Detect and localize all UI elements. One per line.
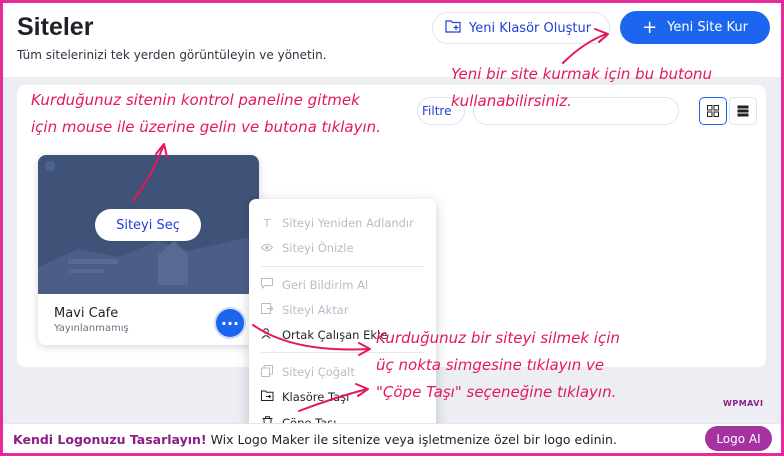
menu-item-label: Klasöre Taşı (282, 390, 350, 404)
grid-view-icon (707, 102, 719, 121)
control-panel-annotation-line2: için mouse ile üzerine gelin ve butona t… (31, 118, 381, 136)
logo-promo-text: Kendi Logonuzu Tasarlayın! Wix Logo Make… (13, 432, 617, 447)
watermark-logo: WPMAVI (723, 399, 763, 408)
three-dots-icon: ··· (220, 313, 240, 333)
list-view-icon (737, 102, 749, 121)
menu-divider (261, 352, 424, 353)
eye-icon (260, 242, 274, 255)
site-name: Mavi Cafe (54, 306, 119, 321)
move-folder-icon (261, 390, 274, 404)
new-folder-label: Yeni Klasör Oluştur (469, 20, 592, 36)
comment-icon (261, 278, 273, 292)
new-site-annotation: Yeni bir site kurmak için bu butonu (451, 65, 713, 83)
promo-description: Wix Logo Maker ile sitenize veya işletme… (210, 432, 617, 447)
plus-icon: + (642, 16, 658, 38)
menu-item-label: Siteyi Yeniden Adlandır (282, 216, 414, 230)
folder-plus-icon (445, 19, 461, 37)
transfer-icon (261, 303, 274, 317)
promo-title: Kendi Logonuzu Tasarlayın! (13, 432, 207, 447)
site-thumbnail: Siteyi Seç (38, 155, 259, 294)
logo-promo-bar: Kendi Logonuzu Tasarlayın! Wix Logo Make… (3, 423, 781, 453)
new-site-label: Yeni Site Kur (667, 20, 748, 35)
control-panel-annotation: Kurduğunuz sitenin kontrol paneline gitm… (31, 91, 360, 109)
menu-item-duplicate[interactable]: Siteyi Çoğalt (261, 362, 355, 382)
menu-item-label: Siteyi Aktar (282, 303, 349, 317)
menu-item-preview[interactable]: Siteyi Önizle (260, 238, 354, 258)
app-window: Siteler Tüm sitelerinizi tek yerden görü… (3, 3, 781, 453)
menu-item-feedback[interactable]: Geri Bildirim Al (261, 275, 368, 295)
menu-item-rename[interactable]: T Siteyi Yeniden Adlandır (261, 213, 414, 233)
text-icon: T (263, 216, 271, 230)
list-view-button[interactable] (729, 97, 757, 125)
page-subtitle: Tüm sitelerinizi tek yerden görüntüleyin… (17, 48, 327, 62)
menu-item-move-to-folder[interactable]: Klasöre Taşı (261, 387, 349, 407)
menu-item-label: Ortak Çalışan Ekle (282, 328, 388, 342)
delete-annotation: Kurduğunuz bir siteyi silmek için (376, 329, 620, 347)
menu-item-transfer[interactable]: Siteyi Aktar (261, 300, 349, 320)
select-site-button[interactable]: Siteyi Seç (95, 209, 201, 241)
user-add-icon (261, 328, 273, 342)
menu-item-label: Geri Bildirim Al (282, 278, 369, 292)
menu-item-add-collaborator[interactable]: Ortak Çalışan Ekle (261, 325, 387, 345)
menu-item-label: Siteyi Önizle (282, 241, 354, 255)
duplicate-icon (261, 364, 273, 380)
delete-annotation-line3: "Çöpe Taşı" seçeneğine tıklayın. (376, 383, 617, 401)
menu-item-label: Siteyi Çoğalt (282, 365, 355, 379)
page-title: Siteler (17, 13, 94, 41)
site-more-actions-button[interactable]: ··· (216, 309, 244, 337)
watermark-text: WPMAVI (723, 399, 764, 408)
new-site-annotation-line2: kullanabilirsiniz. (451, 92, 572, 110)
menu-divider (261, 266, 424, 267)
delete-annotation-line2: üç nokta simgesine tıklayın ve (376, 356, 605, 374)
logo-ai-button[interactable]: Logo AI (705, 426, 772, 451)
new-site-button[interactable]: + Yeni Site Kur (620, 11, 770, 44)
filter-label: Filtre (422, 104, 452, 118)
grid-view-button[interactable] (699, 97, 727, 125)
new-folder-button[interactable]: Yeni Klasör Oluştur (432, 12, 610, 44)
site-context-menu: T Siteyi Yeniden Adlandır Siteyi Önizle … (249, 199, 436, 443)
site-status: Yayınlanmamış (54, 323, 129, 334)
